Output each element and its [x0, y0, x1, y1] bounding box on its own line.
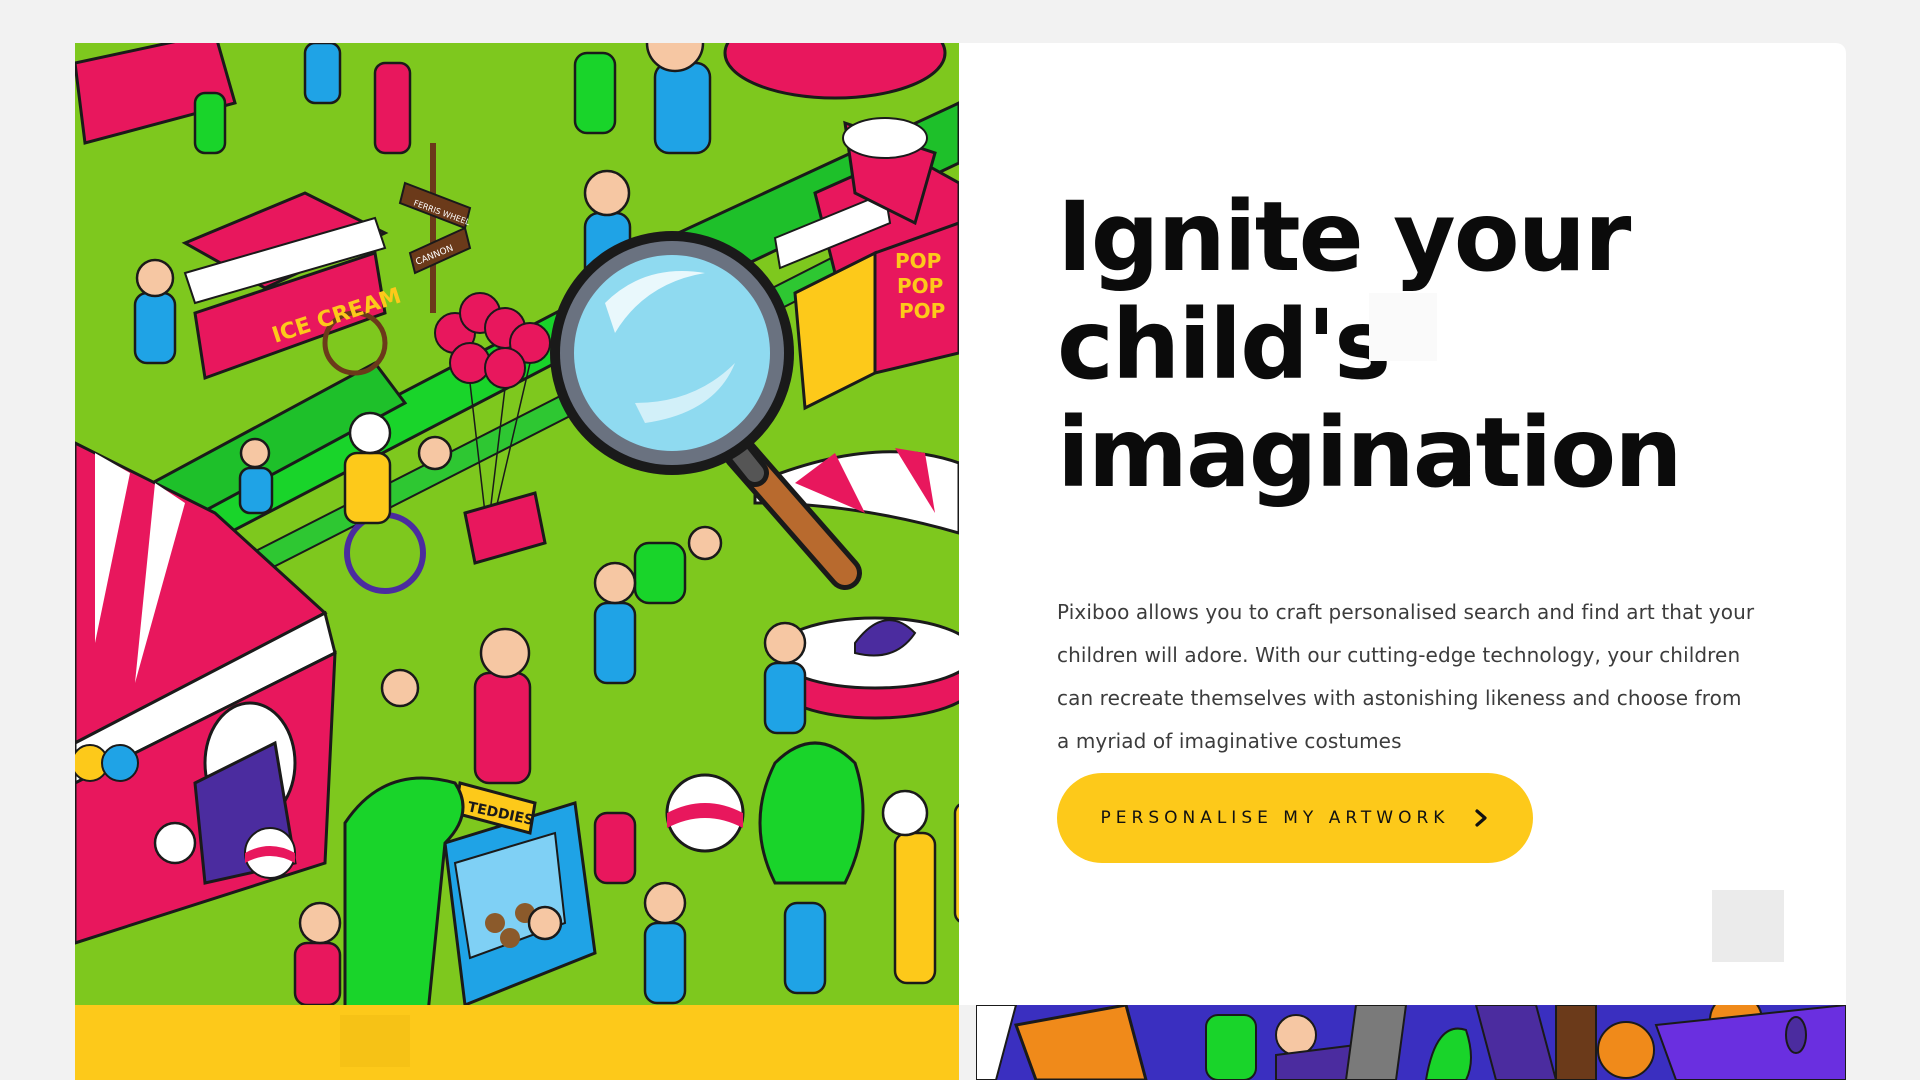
fairground-illustration: ICE CREAM FERRIS WHEEL CANNON POP POP PO… [75, 43, 959, 1005]
hero-description: Pixiboo allows you to craft personalised… [1057, 600, 1755, 753]
pop-sign-2: POP [897, 274, 943, 298]
pop-sign-3: POP [899, 299, 945, 323]
yellow-panel [75, 1005, 959, 1080]
personalise-artwork-button[interactable]: PERSONALISE MY ARTWORK [1057, 773, 1533, 863]
cta-label: PERSONALISE MY ARTWORK [1100, 808, 1450, 828]
page: ICE CREAM FERRIS WHEEL CANNON POP POP PO… [0, 0, 1920, 1080]
headline-line-1: Ignite your [1057, 181, 1631, 293]
hero-card: Ignite your child's imagination Pixiboo … [959, 43, 1846, 1005]
placeholder-tile [340, 1015, 410, 1067]
headline-line-3: imagination [1057, 397, 1683, 509]
next-illustration-preview [976, 1005, 1846, 1080]
bear-costume [758, 741, 865, 885]
halloween-illustration [976, 1005, 1846, 1080]
placeholder-square [1369, 293, 1437, 361]
chevron-right-icon [1475, 809, 1488, 827]
placeholder-square [1712, 890, 1784, 962]
hero-illustration: ICE CREAM FERRIS WHEEL CANNON POP POP PO… [75, 43, 959, 1005]
pop-sign-1: POP [895, 249, 941, 273]
